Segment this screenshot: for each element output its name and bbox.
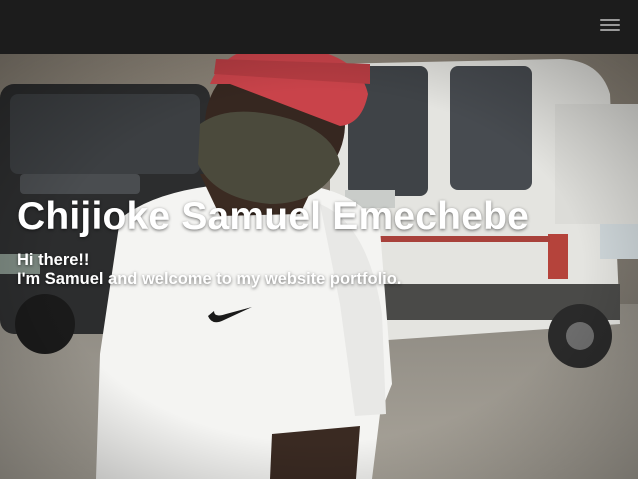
hero-title: Chijioke Samuel Emechebe — [17, 195, 529, 238]
hero-welcome-text: I'm Samuel and welcome to my website por… — [17, 270, 402, 288]
hamburger-menu-icon[interactable] — [600, 17, 620, 33]
top-navbar — [0, 0, 638, 54]
hero-greeting: Hi there!! — [17, 251, 90, 269]
hero-text-block: Chijioke Samuel Emechebe Hi there!! I'm … — [17, 194, 529, 289]
hero-section: Chijioke Samuel Emechebe Hi there!! I'm … — [0, 54, 638, 479]
